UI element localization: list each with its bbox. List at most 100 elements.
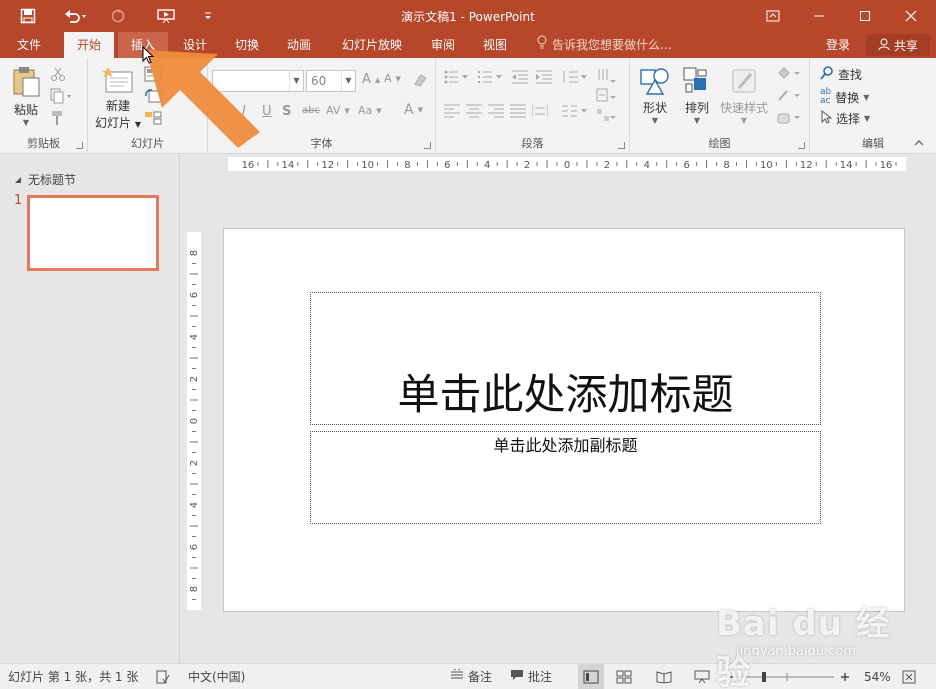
normal-view-icon[interactable] <box>578 664 604 689</box>
slide-sorter-icon[interactable] <box>616 664 632 689</box>
align-center-icon[interactable] <box>466 104 482 118</box>
underline-icon[interactable]: U <box>262 104 272 119</box>
comments-button[interactable]: 批注 <box>510 664 552 689</box>
select-dropdown-icon[interactable]: ▼ <box>864 114 870 123</box>
zoom-level[interactable]: 54% <box>864 664 891 689</box>
select-button[interactable]: 选择 ▼ <box>820 109 870 127</box>
tab-slideshow[interactable]: 幻灯片放映 <box>332 32 412 58</box>
paragraph-launcher-icon[interactable] <box>618 142 625 149</box>
numbering-icon[interactable] <box>478 70 504 84</box>
language-indicator[interactable]: 中文(中国) <box>188 664 245 689</box>
ribbon-display-options-icon[interactable] <box>750 0 796 32</box>
ruler-label: 14 <box>840 160 853 171</box>
text-direction-icon[interactable] <box>596 68 616 84</box>
zoom-slider[interactable] <box>740 664 834 689</box>
shape-effects-icon[interactable] <box>776 110 802 126</box>
shapes-dropdown-icon[interactable]: ▼ <box>634 116 676 125</box>
spell-check-icon[interactable] <box>156 664 170 689</box>
font-size-dropdown-icon[interactable]: ▼ <box>341 71 355 91</box>
person-icon <box>878 38 890 53</box>
columns-icon[interactable] <box>562 104 588 118</box>
notes-button[interactable]: 备注 <box>450 664 492 689</box>
shape-outline-icon[interactable] <box>776 88 802 104</box>
close-button[interactable] <box>888 0 934 32</box>
tell-me-search[interactable]: 告诉我您想要做什么... <box>536 32 671 58</box>
tab-review[interactable]: 审阅 <box>420 32 466 58</box>
increase-font-icon[interactable]: A ▲ <box>362 72 380 87</box>
ruler-label: 16 <box>880 160 893 171</box>
shadow-icon[interactable]: S <box>282 104 291 119</box>
title-placeholder[interactable]: 单击此处添加标题 <box>310 292 821 425</box>
font-color-icon[interactable]: A ▼ <box>404 102 423 118</box>
slide-canvas[interactable]: 单击此处添加标题 单击此处添加副标题 <box>223 228 905 612</box>
line-spacing-icon[interactable] <box>562 70 588 84</box>
reset-slide-icon[interactable] <box>144 88 162 104</box>
copy-icon[interactable] <box>50 88 74 104</box>
decrease-indent-icon[interactable] <box>512 70 528 84</box>
tab-home[interactable]: 开始 <box>64 32 114 58</box>
clear-formatting-icon[interactable] <box>412 72 428 88</box>
minimize-button[interactable] <box>796 0 842 32</box>
distributed-icon[interactable] <box>532 104 548 118</box>
tab-transitions[interactable]: 切换 <box>224 32 270 58</box>
sign-in-link[interactable]: 登录 <box>826 32 850 58</box>
bullets-icon[interactable] <box>444 70 470 84</box>
shapes-button[interactable]: 形状 ▼ <box>634 66 676 125</box>
section-header[interactable]: 无标题节 <box>14 171 76 188</box>
quick-styles-dropdown-icon[interactable]: ▼ <box>718 116 770 125</box>
font-name-combo[interactable]: ▼ <box>212 70 304 92</box>
status-bar: 幻灯片 第 1 张，共 1 张 中文(中国) 备注 批注 54% <box>0 663 936 689</box>
paste-button[interactable]: 粘贴 ▼ <box>8 66 44 127</box>
reading-view-icon[interactable] <box>656 664 672 689</box>
paste-dropdown-icon[interactable]: ▼ <box>8 118 44 127</box>
decrease-font-icon[interactable]: A ▼ <box>384 72 401 85</box>
tab-view[interactable]: 视图 <box>472 32 518 58</box>
maximize-button[interactable] <box>842 0 888 32</box>
replace-dropdown-icon[interactable]: ▼ <box>863 93 869 102</box>
quick-styles-button[interactable]: 快速样式 ▼ <box>718 66 770 125</box>
tab-design[interactable]: 设计 <box>172 32 218 58</box>
find-button[interactable]: 查找 <box>820 66 862 83</box>
new-slide-button[interactable]: 新建 幻灯片 ▼ <box>92 66 144 131</box>
section-title: 无标题节 <box>28 173 77 187</box>
arrange-button[interactable]: 排列 ▼ <box>676 66 718 125</box>
format-painter-icon[interactable] <box>50 110 66 126</box>
share-button[interactable]: 共享 <box>866 34 930 56</box>
arrange-dropdown-icon[interactable]: ▼ <box>676 116 718 125</box>
fit-to-window-icon[interactable] <box>902 664 916 689</box>
replace-button[interactable]: ab ac 替换 ▼ <box>820 88 869 106</box>
align-right-icon[interactable] <box>488 104 504 118</box>
slide-thumbnail[interactable] <box>27 195 159 271</box>
font-size-combo[interactable]: 60 ▼ <box>306 70 356 92</box>
drawing-launcher-icon[interactable] <box>798 142 805 149</box>
clipboard-launcher-icon[interactable] <box>76 142 83 149</box>
align-text-icon[interactable] <box>596 88 616 104</box>
subtitle-placeholder[interactable]: 单击此处添加副标题 <box>310 431 821 524</box>
shape-fill-icon[interactable] <box>776 66 802 82</box>
smartart-icon[interactable] <box>596 108 616 124</box>
align-left-icon[interactable] <box>444 104 460 118</box>
increase-indent-icon[interactable] <box>536 70 552 84</box>
cut-icon[interactable] <box>50 66 66 82</box>
strikethrough-icon[interactable]: abc <box>302 105 320 116</box>
italic-icon[interactable]: I <box>242 104 246 119</box>
layout-icon[interactable] <box>144 66 162 82</box>
collapse-section-icon[interactable] <box>14 173 22 187</box>
font-launcher-icon[interactable] <box>424 142 431 149</box>
section-icon[interactable] <box>144 110 162 126</box>
slide-info: 幻灯片 第 1 张，共 1 张 <box>8 670 139 684</box>
new-slide-dropdown-icon[interactable]: ▼ <box>135 120 141 129</box>
zoom-out-icon[interactable] <box>726 664 736 689</box>
slideshow-view-icon[interactable] <box>694 664 710 689</box>
tab-animations[interactable]: 动画 <box>276 32 322 58</box>
tab-file[interactable]: 文件 <box>6 32 52 58</box>
zoom-in-icon[interactable] <box>840 664 850 689</box>
character-spacing-icon[interactable]: AV ▼ <box>326 104 350 117</box>
ruler-label: 10 <box>361 160 374 171</box>
font-name-dropdown-icon[interactable]: ▼ <box>289 71 303 91</box>
collapse-ribbon-icon[interactable] <box>914 136 924 150</box>
ruler-label: 2 <box>604 160 610 171</box>
justify-icon[interactable] <box>510 104 526 118</box>
select-label: 选择 <box>836 112 861 126</box>
change-case-icon[interactable]: Aa ▼ <box>358 104 382 117</box>
